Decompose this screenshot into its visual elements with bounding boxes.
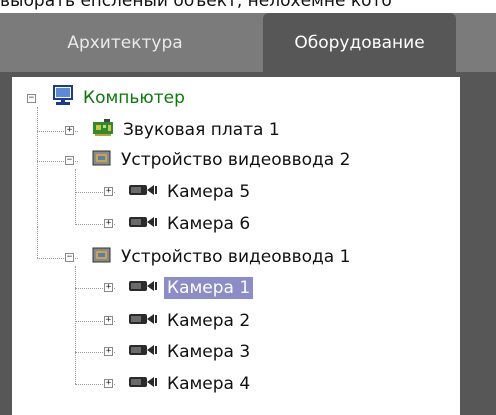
tab-equipment[interactable]: Оборудование xyxy=(263,13,456,72)
tree-item-camera-3[interactable]: Камера 3 xyxy=(128,340,253,364)
tree-expander-camera-6[interactable]: + xyxy=(104,219,113,228)
computer-icon xyxy=(52,85,74,111)
tree-item-camera-1[interactable]: Камера 1 xyxy=(128,276,254,300)
tree-item-label: Камера 6 xyxy=(167,214,251,234)
tree-item-sound-card[interactable]: Звуковая плата 1 xyxy=(92,118,283,142)
tree-item-label: Звуковая плата 1 xyxy=(123,120,280,140)
tree-connector xyxy=(37,107,38,227)
tree-expander-video-device-2[interactable]: − xyxy=(65,156,74,165)
camera-icon xyxy=(128,278,158,298)
tab-architecture[interactable]: Архитектура xyxy=(30,13,220,72)
tree-expander-sound-card[interactable]: + xyxy=(65,126,74,135)
camera-icon xyxy=(128,342,158,362)
tree-expander-camera-4[interactable]: + xyxy=(104,379,113,388)
camera-icon xyxy=(128,214,158,234)
tree-item-label: Камера 4 xyxy=(167,374,251,394)
tree-expander-camera-1[interactable]: + xyxy=(104,283,113,292)
tree-item-label: Устройство видеоввода 1 xyxy=(121,247,351,267)
video-capture-device-icon xyxy=(92,149,112,172)
sound-card-icon xyxy=(92,118,114,142)
tree-connector xyxy=(75,266,76,384)
tree-connector xyxy=(75,169,76,225)
tree-item-camera-6[interactable]: Камера 6 xyxy=(128,212,253,236)
tree-item-camera-2[interactable]: Камера 2 xyxy=(128,309,253,333)
tree-item-computer[interactable]: Компьютер xyxy=(52,85,188,111)
camera-icon xyxy=(128,311,158,331)
tree-expander-camera-3[interactable]: + xyxy=(104,347,113,356)
tree-expander-video-device-1[interactable]: − xyxy=(65,253,74,262)
page-caption-fragment: выбрать enсленый объект, нелохемне кото xyxy=(0,0,392,11)
tree-expander-root[interactable]: − xyxy=(27,94,36,103)
camera-icon xyxy=(128,374,158,394)
tree-item-video-device-2[interactable]: Устройство видеоввода 2 xyxy=(92,148,353,172)
tree-item-camera-4[interactable]: Камера 4 xyxy=(128,372,253,396)
tab-bar: Архитектура Оборудование xyxy=(0,13,496,72)
camera-icon xyxy=(128,182,158,202)
tree-item-label: Камера 1 xyxy=(164,277,254,299)
tree-item-video-device-1[interactable]: Устройство видеоввода 1 xyxy=(92,245,353,269)
tree-expander-camera-5[interactable]: + xyxy=(104,187,113,196)
tree-item-label: Устройство видеоввода 2 xyxy=(121,150,351,170)
tree-item-label: Камера 2 xyxy=(167,311,251,331)
tree-item-label: Камера 3 xyxy=(167,342,251,362)
tree-expander-camera-2[interactable]: + xyxy=(104,316,113,325)
tree-item-label: Компьютер xyxy=(83,88,185,108)
hardware-tree: − + − + + − + + + + Компьютер Звуковая п… xyxy=(0,72,496,415)
tree-item-label: Камера 5 xyxy=(167,182,251,202)
tree-connector xyxy=(37,227,38,258)
video-capture-device-icon xyxy=(92,246,112,269)
hardware-panel: − + − + + − + + + + Компьютер Звуковая п… xyxy=(0,72,496,415)
tree-item-camera-5[interactable]: Камера 5 xyxy=(128,180,253,204)
